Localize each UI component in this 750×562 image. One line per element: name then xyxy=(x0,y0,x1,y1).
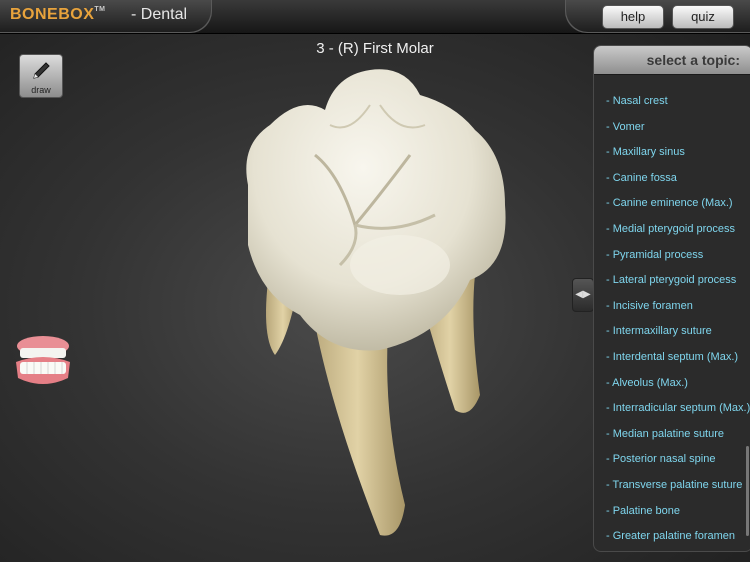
topic-item[interactable]: - Canine fossa xyxy=(606,166,750,192)
topic-item[interactable]: - Vomer xyxy=(606,115,750,141)
topic-item[interactable]: - Lateral pterygoid process xyxy=(606,268,750,294)
draw-button[interactable]: draw xyxy=(19,54,63,98)
pen-icon xyxy=(29,59,53,83)
topic-item[interactable]: - Maxillary sinus xyxy=(606,140,750,166)
dentures-icon[interactable] xyxy=(12,332,74,392)
app-logo: BONEBOXTM xyxy=(10,6,106,24)
topic-item[interactable]: - Alveolus (Max.) xyxy=(606,371,750,397)
topic-list: - Nasal crest - Vomer - Maxillary sinus … xyxy=(606,89,750,550)
quiz-button[interactable]: quiz xyxy=(672,5,734,29)
topic-item[interactable]: - Pyramidal process xyxy=(606,243,750,269)
help-button[interactable]: help xyxy=(602,5,664,29)
app-subtitle: - Dental xyxy=(131,6,187,24)
molar-model[interactable] xyxy=(230,65,520,545)
panel-toggle-button[interactable]: ◀▶ xyxy=(572,278,594,312)
topic-item[interactable]: - Posterior nasal spine xyxy=(606,447,750,473)
brand-plate: BONEBOXTM - Dental xyxy=(0,0,212,33)
panel-toggle-icon: ◀▶ xyxy=(575,289,590,300)
topic-item[interactable]: - Median palatine suture xyxy=(606,422,750,448)
topic-item[interactable]: - Transverse palatine suture xyxy=(606,473,750,499)
topic-item[interactable]: - Medial pterygoid process xyxy=(606,217,750,243)
topic-item[interactable]: - Interradicular septum (Max.) xyxy=(606,396,750,422)
top-bar: BONEBOXTM - Dental help quiz xyxy=(0,0,750,34)
topic-item[interactable]: - Greater palatine foramen xyxy=(606,524,750,550)
topic-item[interactable]: - Incisive foramen xyxy=(606,294,750,320)
panel-header: select a topic: xyxy=(594,46,750,75)
page-title: 3 - (R) First Molar xyxy=(260,40,490,57)
topic-item[interactable]: - Palatine bone xyxy=(606,499,750,525)
topic-item[interactable]: - Interdental septum (Max.) xyxy=(606,345,750,371)
panel-scrollbar[interactable] xyxy=(746,446,749,536)
topic-panel: select a topic: - Nasal crest - Vomer - … xyxy=(593,45,750,552)
topic-item[interactable]: - Nasal crest xyxy=(606,89,750,115)
topic-item[interactable]: - Canine eminence (Max.) xyxy=(606,191,750,217)
draw-label: draw xyxy=(20,85,62,95)
topic-item[interactable]: - Intermaxillary suture xyxy=(606,319,750,345)
